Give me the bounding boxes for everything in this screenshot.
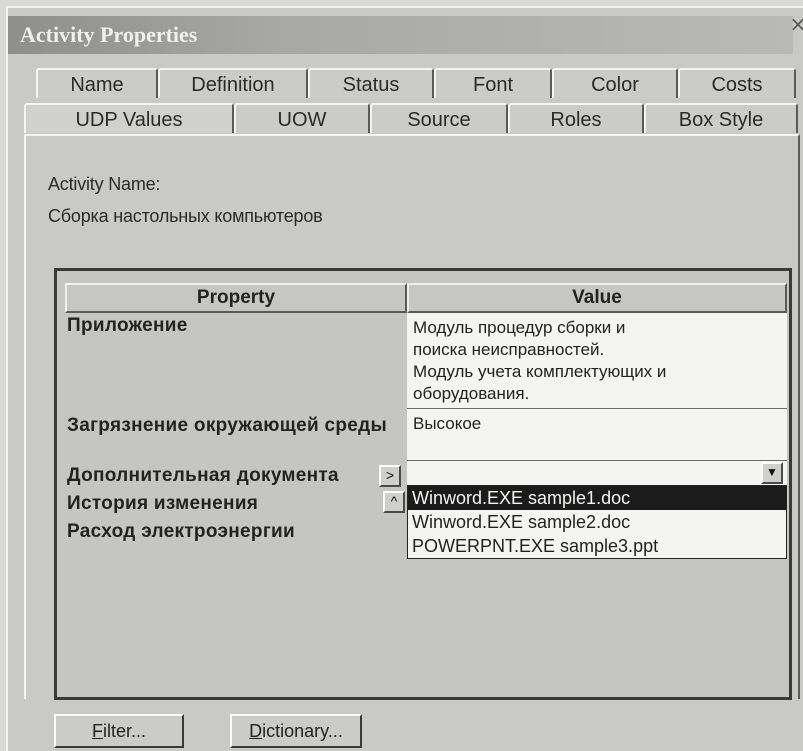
tab-source[interactable]: Source — [370, 103, 508, 133]
tab-box-style[interactable]: Box Style — [644, 103, 798, 133]
activity-properties-dialog: Activity Properties × Name Definition St… — [6, 6, 803, 751]
dictionary-button[interactable]: Dictionary... — [230, 714, 362, 748]
column-header-value: Value — [407, 283, 787, 313]
tab-label: Status — [342, 74, 400, 96]
tab-label: Name — [70, 74, 124, 96]
title-bar: Activity Properties — [8, 16, 793, 54]
tab-label: UDP Values — [75, 109, 183, 131]
value-line: поиска неисправностей. — [413, 340, 605, 359]
tab-label: UOW — [277, 109, 327, 131]
dropdown-option[interactable]: Winword.EXE sample1.doc — [408, 486, 786, 510]
close-icon[interactable]: × — [787, 14, 803, 36]
tab-definition[interactable]: Definition — [158, 68, 308, 98]
tab-costs[interactable]: Costs — [678, 68, 796, 98]
property-name: Приложение — [67, 315, 188, 336]
value-line: Высокое — [413, 414, 482, 433]
dropdown-arrow-icon[interactable]: ▼ — [761, 462, 783, 484]
dropdown-option[interactable]: Winword.EXE sample2.doc — [408, 510, 786, 534]
scroll-up-button[interactable]: ^ — [383, 491, 405, 513]
property-name: Загрязнение окружающей среды — [67, 415, 388, 436]
tab-label: Source — [407, 109, 471, 131]
property-name: Дополнительная документа — [67, 465, 339, 486]
tab-label: Roles — [550, 109, 602, 131]
expand-button[interactable]: > — [379, 465, 401, 487]
value-line: Модуль учета комплектующих и — [413, 362, 667, 381]
tab-label: Color — [591, 74, 639, 96]
value-line: Модуль процедур сборки и — [413, 318, 626, 337]
property-value-cell[interactable]: Высокое — [407, 409, 787, 461]
filter-accel: F — [91, 721, 103, 741]
value-line: оборудования. — [413, 384, 530, 403]
document-combobox[interactable]: ▼ — [407, 461, 787, 485]
column-header-property: Property — [65, 283, 407, 313]
property-name: Расход электроэнергии — [67, 521, 295, 542]
tab-udp-values[interactable]: UDP Values — [24, 103, 234, 133]
tab-uow[interactable]: UOW — [234, 103, 370, 133]
filter-label: ilter... — [102, 721, 146, 741]
filter-button[interactable]: Filter... — [54, 714, 184, 748]
udp-property-grid: Property Value Приложение Модуль процеду… — [54, 268, 792, 700]
property-name: История изменения — [67, 493, 259, 514]
window-title: Activity Properties — [20, 22, 198, 47]
dictionary-accel: D — [249, 721, 263, 741]
dictionary-label: ictionary... — [262, 721, 343, 741]
property-value-cell[interactable]: Модуль процедур сборки и поиска неисправ… — [407, 313, 787, 409]
document-dropdown-list: Winword.EXE sample1.doc Winword.EXE samp… — [407, 485, 787, 559]
tab-label: Definition — [191, 74, 275, 96]
tab-roles[interactable]: Roles — [508, 103, 644, 133]
tab-name[interactable]: Name — [36, 68, 158, 98]
tab-label: Font — [472, 74, 514, 96]
tab-font[interactable]: Font — [434, 68, 552, 98]
dropdown-option[interactable]: POWERPNT.EXE sample3.ppt — [408, 534, 786, 558]
tab-color[interactable]: Color — [552, 68, 678, 98]
tab-label: Costs — [711, 74, 763, 96]
tab-label: Box Style — [678, 109, 764, 131]
tab-status[interactable]: Status — [308, 68, 434, 98]
activity-name-label: Activity Name: — [48, 174, 161, 194]
activity-name-value: Сборка настольных компьютеров — [48, 206, 323, 226]
